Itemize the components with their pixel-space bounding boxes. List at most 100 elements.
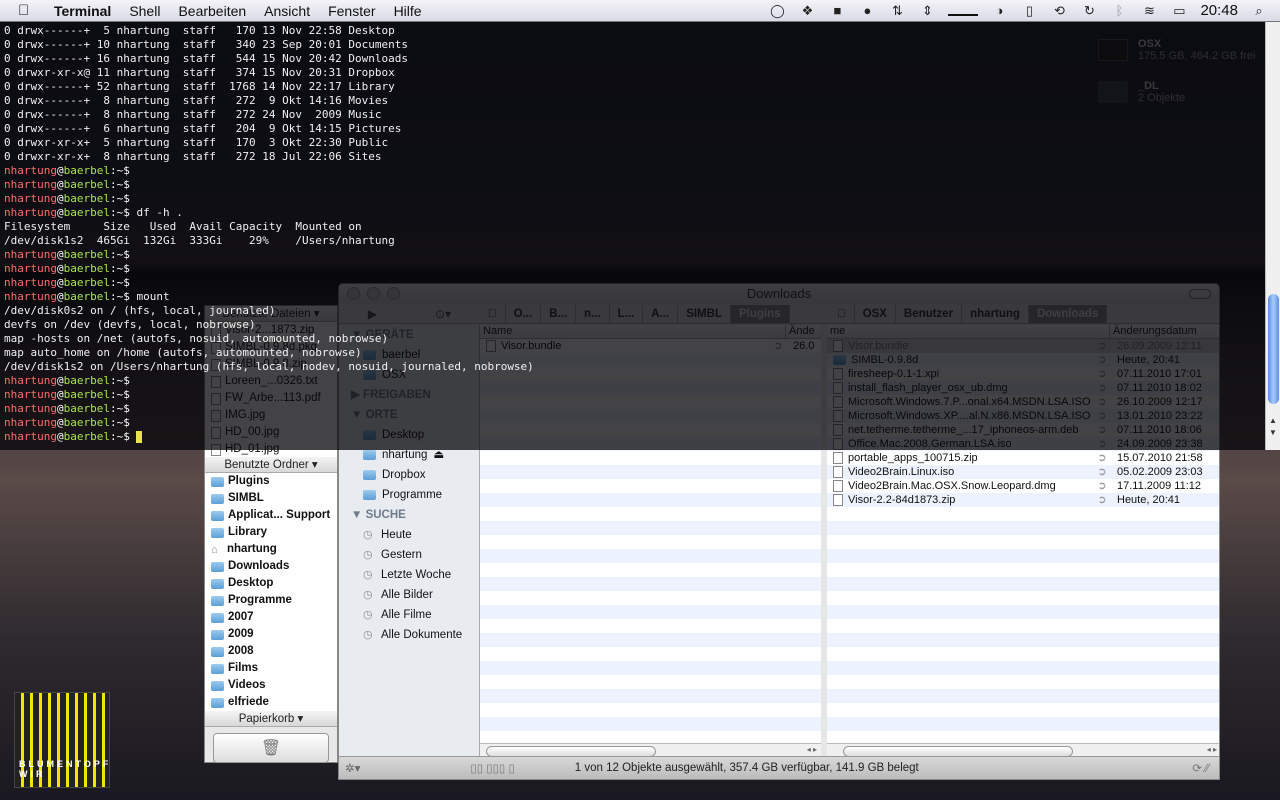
recent-folder-item[interactable]: Videos: [211, 677, 337, 694]
album-cover[interactable]: BLUMENTOPF WIR: [14, 692, 110, 788]
file-date: 05.02.2009 23:03: [1117, 466, 1203, 478]
folder-icon: [211, 493, 224, 504]
prompt-path: :~$: [109, 388, 130, 401]
bag-icon[interactable]: ■: [828, 3, 846, 19]
terminal-window[interactable]: 0 drwx------+ 5 nhartung staff 170 13 No…: [0, 22, 1265, 450]
empty-row: [480, 717, 821, 731]
reveal-arrow-icon[interactable]: ➲: [1095, 479, 1109, 493]
reveal-arrow-icon[interactable]: ➲: [1095, 465, 1109, 479]
menu-app[interactable]: Terminal: [54, 3, 111, 19]
wifi-icon[interactable]: ≋: [1140, 3, 1158, 19]
empty-row: [480, 689, 821, 703]
folder-name: Applicat... Support: [228, 509, 331, 521]
cpu-icon[interactable]: ▯: [1020, 3, 1038, 19]
scroll-down-icon[interactable]: ▼: [1269, 428, 1277, 437]
file-row[interactable]: Visor-2.2-84d1873.zip ➲ Heute, 20:41: [827, 493, 1219, 507]
growl-icon[interactable]: ◯: [768, 3, 786, 19]
sidebar-item-label: Letzte Woche: [381, 569, 452, 581]
prompt-path: :~$: [109, 276, 130, 289]
sidebar-section[interactable]: ▼ SUCHE: [339, 505, 479, 525]
terminal-line: nhartung@baerbel:~$: [4, 430, 1261, 444]
sidebar-item[interactable]: Dropbox: [339, 465, 479, 485]
sidebar-item[interactable]: ◷ Letzte Woche: [339, 565, 479, 585]
status-tray: ◯ ❖ ■ ● ⇅ ⇕ ◑ ▯ ⟲ ↻ ᛒ ≋ ▭ 20:48 ⌕: [768, 2, 1280, 19]
time-machine-icon[interactable]: ⟲: [1050, 3, 1068, 19]
recent-folder-item[interactable]: Desktop: [211, 575, 337, 592]
bluetooth-icon[interactable]: ᛒ: [1110, 3, 1128, 19]
terminal-line: nhartung@baerbel:~$: [4, 402, 1261, 416]
network-graph: [948, 6, 979, 16]
sidebar-item[interactable]: ◷ Heute: [339, 525, 479, 545]
spotlight-icon[interactable]: ⌕: [1250, 3, 1268, 19]
recent-folder-item[interactable]: Library: [211, 524, 337, 541]
terminal-line: 0 drwx------+ 8 nhartung staff 272 9 Okt…: [4, 94, 389, 107]
recent-folder-item[interactable]: elfriede: [211, 694, 337, 711]
terminal-line: 0 drwx------+ 6 nhartung staff 204 9 Okt…: [4, 122, 402, 135]
trash-button[interactable]: 🗑: [213, 733, 329, 763]
sidebar-item[interactable]: ◷ Alle Filme: [339, 605, 479, 625]
menu-bearbeiten[interactable]: Bearbeiten: [178, 3, 246, 19]
recent-folder-item[interactable]: Downloads: [211, 558, 337, 575]
reveal-arrow-icon[interactable]: ➲: [1095, 451, 1109, 465]
terminal-scrollbar[interactable]: ▲ ▼: [1265, 22, 1280, 450]
recent-folder-item[interactable]: ⌂ nhartung: [211, 541, 337, 558]
sidebar-item[interactable]: ◷ Alle Bilder: [339, 585, 479, 605]
prompt-user: nhartung: [4, 164, 57, 177]
clock[interactable]: 20:48: [1200, 2, 1238, 19]
terminal-line: nhartung@baerbel:~$: [4, 374, 1261, 388]
prompt-path: :~$: [109, 290, 130, 303]
evernote-icon[interactable]: ●: [858, 3, 876, 19]
menu-fenster[interactable]: Fenster: [328, 3, 375, 19]
recent-folder-item[interactable]: 2008: [211, 643, 337, 660]
file-name: Video2Brain.Linux.iso: [848, 466, 955, 478]
menu-ansicht[interactable]: Ansicht: [264, 3, 310, 19]
action-gear-icon[interactable]: ✲▾: [345, 761, 360, 775]
recent-folder-item[interactable]: 2007: [211, 609, 337, 626]
menu-hilfe[interactable]: Hilfe: [394, 3, 422, 19]
menu-shell[interactable]: Shell: [129, 3, 160, 19]
sidebar-item[interactable]: ◷ Gestern: [339, 545, 479, 565]
folder-icon: [211, 595, 224, 606]
dropbox-icon[interactable]: ❖: [798, 3, 816, 19]
sidebar-item[interactable]: Programme: [339, 485, 479, 505]
network-icon[interactable]: ⇅: [888, 3, 906, 19]
sync-icon[interactable]: ↻: [1080, 3, 1098, 19]
trash-header[interactable]: Papierkorb ▾: [205, 711, 337, 727]
prompt-path: :~$: [109, 178, 130, 191]
recent-folder-item[interactable]: Applicat... Support: [211, 507, 337, 524]
recent-folder-item[interactable]: 2009: [211, 626, 337, 643]
file-row[interactable]: Video2Brain.Linux.iso ➲ 05.02.2009 23:03: [827, 465, 1219, 479]
command-text: df -h .: [129, 206, 183, 219]
reveal-arrow-icon[interactable]: ➲: [1095, 493, 1109, 507]
file-row[interactable]: portable_apps_100715.zip ➲ 15.07.2010 21:5…: [827, 451, 1219, 465]
clock-icon: ◷: [363, 529, 373, 541]
recent-folder-item[interactable]: Programme: [211, 592, 337, 609]
prompt-path: :~$: [109, 416, 130, 429]
prompt-user: nhartung: [4, 374, 57, 387]
empty-row: [827, 591, 1219, 605]
folder-name: 2009: [228, 628, 254, 640]
file-row[interactable]: Video2Brain.Mac.OSX.Snow.Leopard.dmg ➲ 17.…: [827, 479, 1219, 493]
prompt-path: :~$: [109, 248, 130, 261]
prompt-user: nhartung: [4, 290, 57, 303]
recent-folders-header[interactable]: Benutzte Ordner ▾: [205, 457, 337, 473]
terminal-line: map -hosts on /net (autofs, nosuid, auto…: [4, 332, 389, 345]
scroll-up-icon[interactable]: ▲: [1269, 416, 1277, 425]
apple-menu-icon[interactable]: : [18, 2, 38, 19]
view-mode-icons[interactable]: ▯▯ ▯▯▯ ▯: [470, 761, 514, 775]
clock-icon: ◷: [363, 589, 373, 601]
arrows-icon[interactable]: ⇕: [918, 3, 936, 19]
empty-row: [480, 619, 821, 633]
sidebar-item[interactable]: ◷ Alle Dokumente: [339, 625, 479, 645]
scroll-thumb[interactable]: [1268, 294, 1279, 404]
battery-icon[interactable]: ▭: [1170, 3, 1188, 19]
resize-handle-icon[interactable]: ⟳ ⁄⁄: [1192, 761, 1209, 775]
empty-row: [827, 689, 1219, 703]
empty-row: [827, 507, 1219, 521]
recent-folder-item[interactable]: Films: [211, 660, 337, 677]
recent-folder-item[interactable]: Plugins: [211, 473, 337, 490]
recent-folder-item[interactable]: SIMBL: [211, 490, 337, 507]
memory-icon[interactable]: ◑: [990, 3, 1008, 19]
empty-row: [480, 521, 821, 535]
prompt-host: baerbel: [63, 206, 110, 219]
